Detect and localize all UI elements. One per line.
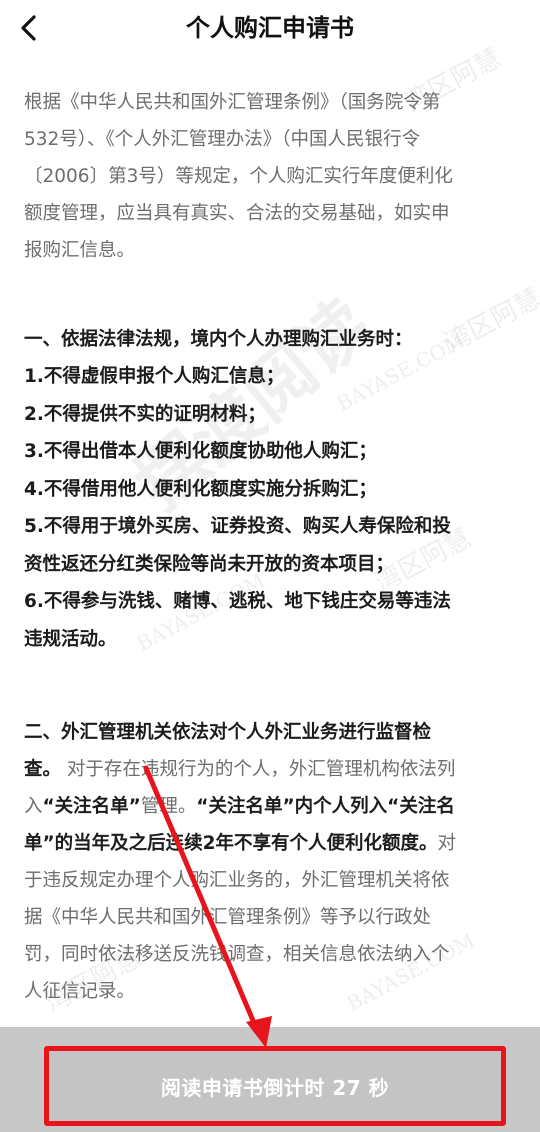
section-2-line: 据《中华人民共和国外汇管理条例》等予以行政处 [24, 907, 432, 928]
rule-item: 违规活动。 [24, 628, 117, 650]
document-body: 根据《中华人民共和国外汇管理条例》（国务院令第 532号）、《个人外汇管理办法》… [24, 84, 522, 1010]
rule-item: 资性返还分红类保险等尚未开放的资本项目； [24, 553, 395, 575]
section-1: 一、依据法律法规，境内个人办理购汇业务时： 1.不得虚假申报个人购汇信息； 2.… [24, 321, 522, 658]
countdown-label: 阅读申请书倒计时 27 秒 [160, 1075, 390, 1100]
intro-line: 532号）、《个人外汇管理办法》（中国人民银行令 [24, 129, 421, 150]
section-2-bold-text: “关注名单”内个人列入“关注名 [196, 796, 455, 817]
countdown-button[interactable]: 阅读申请书倒计时 27 秒 [44, 1046, 506, 1126]
section-2: 二、外汇管理机关依法对个人外汇业务进行监督检 查。 对于存在违规行为的个人，外汇… [24, 714, 522, 1010]
section-2-title: 二、外汇管理机关依法对个人外汇业务进行监督检 [24, 722, 432, 743]
intro-line: 报购汇信息。 [24, 240, 136, 261]
section-1-title: 一、依据法律法规，境内个人办理购汇业务时： [24, 329, 413, 350]
section-2-bold-text: 单”的当年及之后连续2年不享有个人便利化额度。 [24, 833, 438, 854]
page-title: 个人购汇申请书 [186, 14, 354, 42]
rule-item: 4.不得借用他人便利化额度实施分拆购汇； [24, 478, 377, 500]
section-2-line: 查。 对于存在违规行为的个人，外汇管理机构依法列 [24, 751, 522, 788]
rule-item: 5.不得用于境外买房、证券投资、购买人寿保险和投 [24, 516, 451, 537]
rule-item: 6.不得参与洗钱、赌博、逃税、地下钱庄交易等违法 [24, 591, 451, 612]
section-2-text: 对于存在违规行为的个人，外汇管理机构依法列 [66, 759, 456, 780]
section-2-text: 入 [24, 796, 43, 817]
section-2-line: 入“关注名单”管理。“关注名单”内个人列入“关注名 [24, 788, 522, 825]
section-2-title-end: 查。 [24, 759, 62, 780]
intro-line: 额度管理，应当具有真实、合法的交易基础，如实申 [24, 203, 450, 224]
section-2-line: 于违反规定办理个人购汇业务的，外汇管理机关将依 [24, 870, 450, 891]
section-2-text: 管理。 [140, 796, 197, 817]
rule-item: 1.不得虚假申报个人购汇信息； [24, 366, 285, 387]
intro-paragraph: 根据《中华人民共和国外汇管理条例》（国务院令第 532号）、《个人外汇管理办法》… [24, 84, 522, 269]
intro-line: 〔2006〕第3号）等规定，个人购汇实行年度便利化 [24, 166, 453, 187]
rule-item: 3.不得出借本人便利化额度协助他人购汇； [24, 441, 377, 462]
header: 个人购汇申请书 [0, 0, 540, 58]
section-2-line: 罚，同时依法移送反洗钱调查，相关信息依法纳入个 [24, 944, 450, 965]
section-2-text: 对 [437, 833, 457, 854]
section-2-line: 单”的当年及之后连续2年不享有个人便利化额度。对 [24, 825, 522, 862]
watch-list-term: “关注名单” [42, 796, 141, 817]
section-2-line: 人征信记录。 [24, 981, 136, 1002]
rule-item: 2.不得提供不实的证明材料； [24, 403, 266, 425]
intro-line: 根据《中华人民共和国外汇管理条例》（国务院令第 [24, 92, 441, 113]
